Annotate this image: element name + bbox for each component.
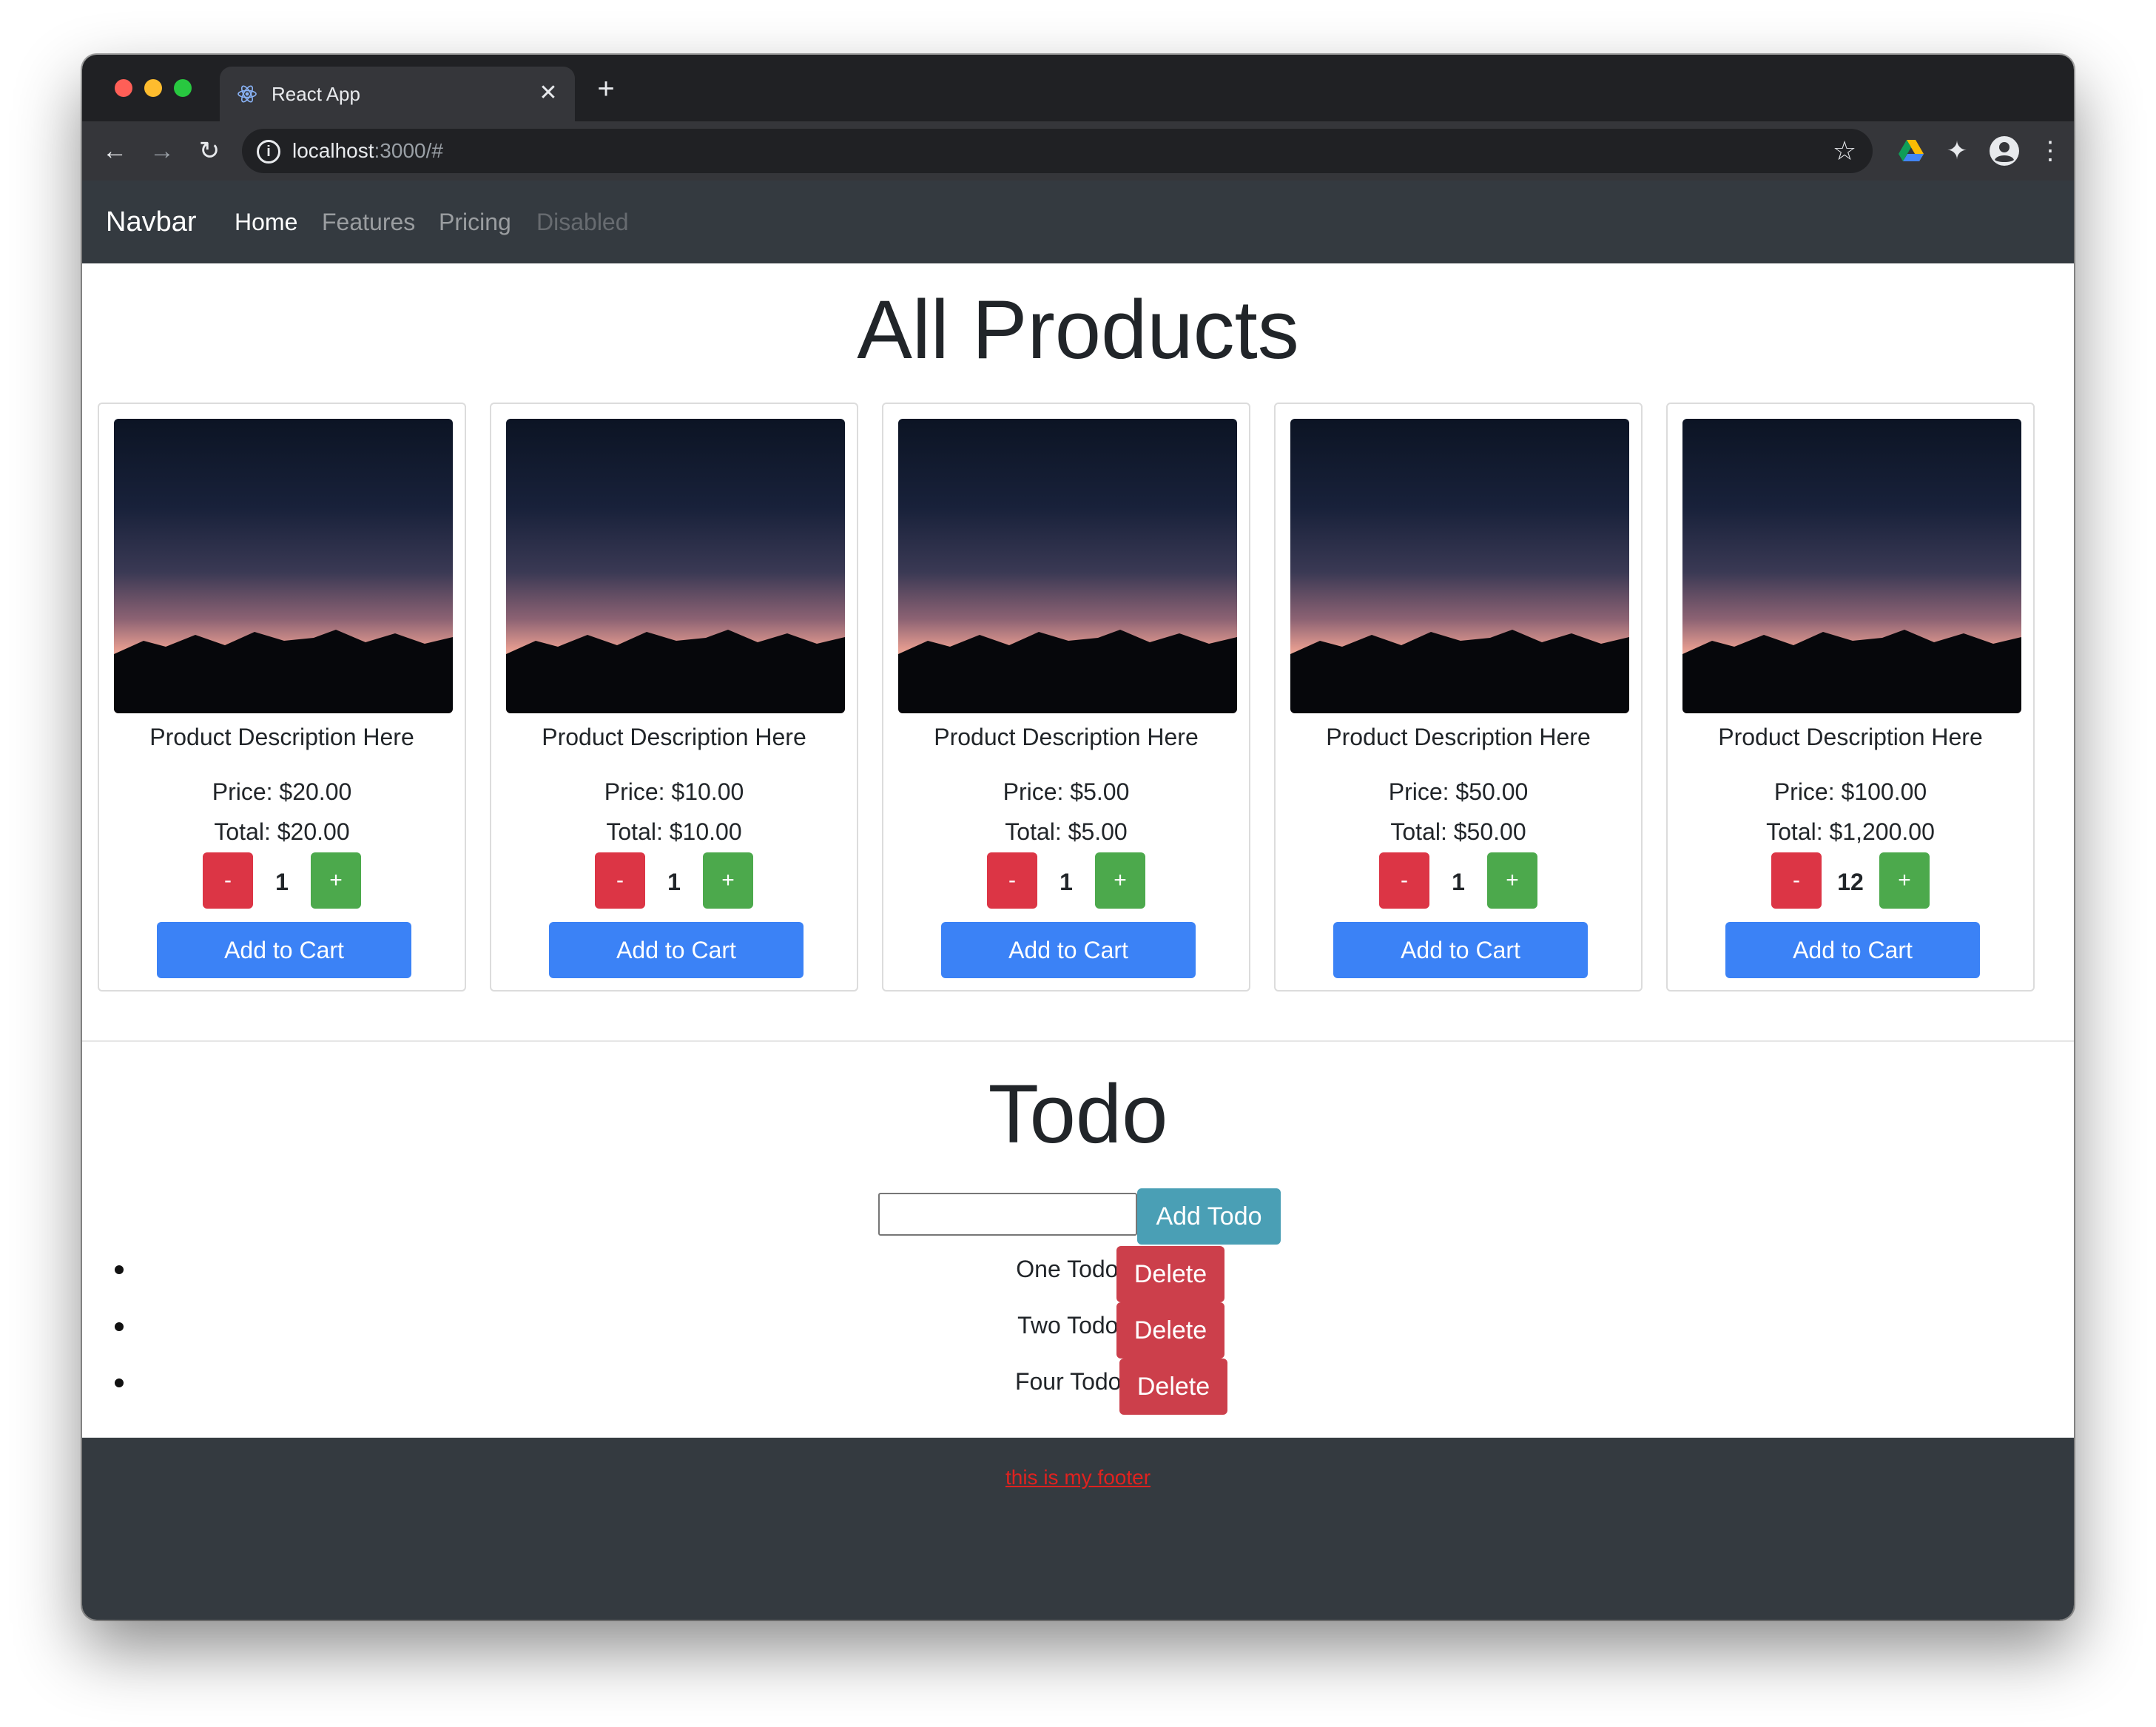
tab-title: React App	[272, 83, 360, 105]
url-text: localhost:3000/#	[292, 138, 443, 164]
add-to-cart-button[interactable]: Add to Cart	[549, 922, 804, 978]
new-tab-button[interactable]: +	[591, 74, 621, 104]
product-description: Product Description Here	[542, 724, 806, 750]
add-to-cart-button[interactable]: Add to Cart	[1725, 922, 1980, 978]
increase-quantity-button[interactable]: +	[311, 852, 361, 909]
product-card: Product Description Here Price: $50.00 T…	[1274, 403, 1643, 992]
product-description: Product Description Here	[1718, 724, 1983, 750]
product-total: Total: $5.00	[1005, 818, 1128, 845]
product-description: Product Description Here	[149, 724, 414, 750]
nav-link-home[interactable]: Home	[235, 207, 297, 237]
increase-quantity-button[interactable]: +	[703, 852, 753, 909]
todo-item-text: One Todo -	[1016, 1256, 1133, 1282]
delete-todo-button[interactable]: Delete	[1116, 1302, 1224, 1359]
product-image	[1290, 419, 1629, 713]
increase-quantity-button[interactable]: +	[1487, 852, 1537, 909]
product-total: Total: $50.00	[1390, 818, 1526, 845]
delete-todo-button[interactable]: Delete	[1116, 1246, 1224, 1302]
product-card: Product Description Here Price: $10.00 T…	[490, 403, 858, 992]
decrease-quantity-button[interactable]: -	[595, 852, 645, 909]
todo-item-text: Two Todo -	[1017, 1312, 1133, 1339]
close-window-button[interactable]	[115, 79, 132, 97]
product-total: Total: $20.00	[214, 818, 350, 845]
product-image	[898, 419, 1237, 713]
product-card: Product Description Here Price: $100.00 …	[1666, 403, 2035, 992]
list-bullet	[115, 1322, 124, 1331]
browser-window: React App ✕ + ← → ↻ i localhost:3000/# ☆…	[82, 55, 2074, 1620]
product-image	[114, 419, 453, 713]
increase-quantity-button[interactable]: +	[1095, 852, 1145, 909]
product-price: Price: $100.00	[1773, 778, 1927, 805]
app-navbar: Navbar Home Features Pricing Disabled	[82, 181, 2074, 263]
product-price: Price: $5.00	[1003, 778, 1130, 805]
maximize-window-button[interactable]	[174, 79, 192, 97]
minimize-window-button[interactable]	[144, 79, 162, 97]
quantity-value: 1	[667, 869, 681, 895]
product-card: Product Description Here Price: $5.00 To…	[882, 403, 1250, 992]
close-icon[interactable]: ✕	[535, 80, 562, 107]
quantity-value: 1	[275, 869, 289, 895]
google-drive-icon[interactable]	[1892, 132, 1930, 170]
product-total: Total: $1,200.00	[1766, 818, 1935, 845]
add-to-cart-button[interactable]: Add to Cart	[941, 922, 1196, 978]
reload-icon[interactable]: ↻	[190, 132, 229, 170]
delete-todo-button[interactable]: Delete	[1119, 1359, 1227, 1415]
address-bar[interactable]: i localhost:3000/# ☆	[242, 129, 1873, 173]
react-logo-icon	[238, 85, 257, 103]
increase-quantity-button[interactable]: +	[1879, 852, 1930, 909]
quantity-value: 1	[1060, 869, 1073, 895]
product-image	[1682, 419, 2021, 713]
list-bullet	[115, 1265, 124, 1274]
todo-item-text: Four Todo -	[1014, 1368, 1136, 1395]
add-todo-button[interactable]: Add Todo	[1137, 1188, 1281, 1245]
add-to-cart-button[interactable]: Add to Cart	[1333, 922, 1588, 978]
info-icon[interactable]: i	[257, 140, 280, 164]
product-card: Product Description Here Price: $20.00 T…	[98, 403, 466, 992]
section-divider	[82, 1040, 2074, 1042]
product-description: Product Description Here	[1326, 724, 1591, 750]
back-arrow-icon[interactable]: ←	[95, 132, 134, 170]
navbar-brand[interactable]: Navbar	[106, 206, 197, 238]
browser-tab[interactable]: React App ✕	[220, 67, 575, 121]
nav-link-pricing[interactable]: Pricing	[439, 207, 511, 237]
footer-link[interactable]: this is my footer	[82, 1464, 2074, 1491]
quantity-value: 12	[1837, 869, 1864, 895]
page-footer: this is my footer	[82, 1438, 2074, 1620]
add-to-cart-button[interactable]: Add to Cart	[157, 922, 411, 978]
account-icon[interactable]	[1985, 132, 2024, 170]
product-total: Total: $10.00	[606, 818, 742, 845]
list-bullet	[115, 1378, 124, 1387]
url-path: :3000/#	[374, 139, 443, 162]
quantity-value: 1	[1452, 869, 1465, 895]
product-image	[506, 419, 845, 713]
star-icon[interactable]: ☆	[1828, 135, 1861, 167]
forward-arrow-icon[interactable]: →	[143, 132, 181, 170]
nav-link-disabled: Disabled	[536, 209, 629, 235]
product-description: Product Description Here	[934, 724, 1199, 750]
decrease-quantity-button[interactable]: -	[1379, 852, 1429, 909]
url-host: localhost	[292, 139, 374, 162]
todo-heading: Todo	[988, 1068, 1168, 1160]
product-price: Price: $20.00	[212, 778, 352, 805]
nav-link-features[interactable]: Features	[322, 207, 415, 237]
decrease-quantity-button[interactable]: -	[987, 852, 1037, 909]
tab-bar: React App ✕ +	[82, 55, 2074, 121]
todo-input[interactable]	[878, 1193, 1137, 1236]
decrease-quantity-button[interactable]: -	[203, 852, 253, 909]
decrease-quantity-button[interactable]: -	[1771, 852, 1822, 909]
puzzle-icon[interactable]: ✦	[1938, 132, 1976, 170]
products-heading: All Products	[857, 283, 1299, 376]
product-price: Price: $50.00	[1388, 778, 1529, 805]
kebab-menu-icon[interactable]: ⋮	[2031, 132, 2069, 170]
product-price: Price: $10.00	[604, 778, 744, 805]
browser-toolbar: ← → ↻ i localhost:3000/# ☆ ✦ ⋮	[82, 121, 2074, 181]
